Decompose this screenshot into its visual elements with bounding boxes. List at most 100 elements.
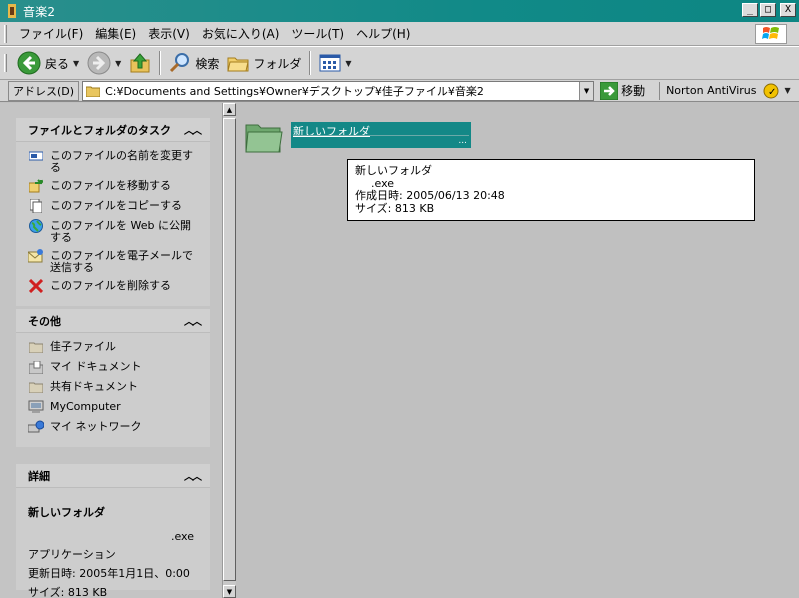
minimize-button[interactable]: _ <box>742 3 758 17</box>
search-label: 検索 <box>195 56 220 71</box>
svg-text:✓: ✓ <box>768 87 776 98</box>
views-dropdown-icon[interactable]: ▼ <box>345 59 351 68</box>
scroll-down-arrow-icon[interactable]: ▼ <box>223 585 236 598</box>
menu-view[interactable]: 表示(V) <box>142 23 196 44</box>
up-folder-button[interactable] <box>125 49 155 77</box>
menu-bar: ファイル(F) 編集(E) 表示(V) お気に入り(A) ツール(T) ヘルプ(… <box>0 22 799 46</box>
search-button[interactable]: 検索 <box>165 49 223 77</box>
details-file-ext: .exe <box>170 530 194 543</box>
views-button[interactable]: ▼ <box>315 49 355 77</box>
task-publish-web-label: このファイルを Web に公開する <box>50 219 191 244</box>
delete-x-icon <box>28 278 44 294</box>
back-arrow-icon <box>17 51 41 75</box>
task-copy[interactable]: このファイルをコピーする <box>28 198 200 214</box>
place-my-documents[interactable]: マイ ドキュメント <box>28 359 200 375</box>
go-label: 移動 <box>621 84 646 98</box>
item-tooltip: 新しいフォルダ .exe 作成日時: 2005/06/13 20:48 サイズ:… <box>347 159 755 221</box>
toolbar: 戻る ▼ ▼ 検索 フォルダ ▼ <box>0 46 799 80</box>
go-button[interactable]: 移動 <box>600 81 646 100</box>
details-header[interactable]: 詳細 ︿︿ <box>16 464 210 488</box>
go-arrow-icon <box>600 81 619 100</box>
task-pane: ファイルとフォルダのタスク ︿︿ このファイルの名前を変更する このファイルを移… <box>0 103 222 598</box>
move-icon <box>28 178 44 194</box>
tooltip-name: 新しいフォルダ <box>355 164 432 177</box>
menu-favorites[interactable]: お気に入り(A) <box>196 23 286 44</box>
menu-help[interactable]: ヘルプ(H) <box>350 23 416 44</box>
close-button[interactable]: X <box>780 3 796 17</box>
rename-icon <box>28 148 44 164</box>
file-folder-tasks-header[interactable]: ファイルとフォルダのタスク ︿︿ <box>16 118 210 142</box>
task-rename-label: このファイルの名前を変更する <box>50 149 193 174</box>
address-input[interactable]: C:¥Documents and Settings¥Owner¥デスクトップ¥佳… <box>82 80 595 101</box>
address-dropdown-icon[interactable]: ▼ <box>579 81 594 100</box>
back-label: 戻る <box>45 56 70 71</box>
collapse-icon[interactable]: ︿︿ <box>184 468 202 483</box>
place-shared-documents-label: 共有ドキュメント <box>50 380 138 393</box>
place-shared-documents[interactable]: 共有ドキュメント <box>28 379 200 395</box>
collapse-icon[interactable]: ︿︿ <box>184 313 202 328</box>
file-folder-tasks-body: このファイルの名前を変更する このファイルを移動する このファイルをコピーする … <box>16 142 210 306</box>
task-publish-web[interactable]: このファイルを Web に公開する <box>28 218 200 244</box>
other-places-panel: その他 ︿︿ 佳子ファイル マイ ドキュメント 共有ドキュメント MyCompu… <box>16 309 210 447</box>
task-delete-label: このファイルを削除する <box>50 279 171 292</box>
place-my-computer[interactable]: MyComputer <box>28 399 200 415</box>
task-rename[interactable]: このファイルの名前を変更する <box>28 148 200 174</box>
place-my-documents-label: マイ ドキュメント <box>50 360 142 373</box>
task-email-label: このファイルを電子メールで送信する <box>50 249 193 274</box>
my-documents-icon <box>28 359 44 375</box>
scroll-thumb[interactable] <box>223 118 236 581</box>
forward-button[interactable]: ▼ <box>83 49 125 77</box>
scroll-up-arrow-icon[interactable]: ▲ <box>223 103 236 116</box>
file-list-area[interactable]: 新しいフォルダ ... 新しいフォルダ .exe 作成日時: 2005/06/1… <box>237 103 799 598</box>
copy-icon <box>28 198 44 214</box>
menu-edit[interactable]: 編集(E) <box>89 23 142 44</box>
task-email[interactable]: このファイルを電子メールで送信する <box>28 248 200 274</box>
folder-icon <box>28 339 44 355</box>
collapse-icon[interactable]: ︿︿ <box>184 122 202 137</box>
forward-dropdown-icon[interactable]: ▼ <box>115 59 121 68</box>
folders-label: フォルダ <box>253 56 302 71</box>
vertical-scrollbar[interactable]: ▲ ▼ <box>222 103 236 598</box>
details-title: 詳細 <box>28 469 50 483</box>
email-icon <box>28 248 44 264</box>
window-controls: _ □ X <box>742 3 796 17</box>
maximize-button[interactable]: □ <box>760 3 776 17</box>
task-move[interactable]: このファイルを移動する <box>28 178 200 194</box>
place-yoshiko-files[interactable]: 佳子ファイル <box>28 339 200 355</box>
search-icon <box>170 53 190 73</box>
title-bar[interactable]: 音楽2 _ □ X <box>0 0 799 22</box>
file-folder-tasks-panel: ファイルとフォルダのタスク ︿︿ このファイルの名前を変更する このファイルを移… <box>16 118 210 306</box>
address-bar: アドレス(D) C:¥Documents and Settings¥Owner¥… <box>0 80 799 102</box>
details-body: 新しいフォルダ .exe アプリケーション 更新日時: 2005年1月1日、0:… <box>16 488 210 598</box>
window-title: 音楽2 <box>23 4 56 19</box>
folder-item[interactable]: 新しいフォルダ ... <box>244 119 474 155</box>
norton-antivirus-button[interactable]: Norton AntiVirus ✓ ▼ <box>659 81 791 100</box>
folders-button[interactable]: フォルダ <box>223 49 305 77</box>
menu-file[interactable]: ファイル(F) <box>13 23 89 44</box>
place-yoshiko-files-label: 佳子ファイル <box>50 340 116 353</box>
back-button[interactable]: 戻る ▼ <box>13 49 83 77</box>
norton-dropdown-icon[interactable]: ▼ <box>785 86 791 95</box>
menu-grip[interactable] <box>4 24 7 43</box>
menu-tools[interactable]: ツール(T) <box>285 23 350 44</box>
window-icon <box>5 4 19 18</box>
selected-item-label[interactable]: 新しいフォルダ ... <box>291 122 471 148</box>
folder-item-subtext: ... <box>293 135 469 147</box>
shared-folder-icon <box>28 379 44 395</box>
details-modified: 更新日時: 2005年1月1日、0:00 <box>28 567 190 580</box>
task-delete[interactable]: このファイルを削除する <box>28 278 200 294</box>
toolbar-separator <box>159 51 162 75</box>
place-my-network[interactable]: マイ ネットワーク <box>28 419 200 435</box>
up-folder-icon <box>130 53 150 73</box>
file-folder-tasks-title: ファイルとフォルダのタスク <box>28 123 171 137</box>
tooltip-size: サイズ: 813 KB <box>355 201 435 215</box>
other-places-body: 佳子ファイル マイ ドキュメント 共有ドキュメント MyComputer マイ … <box>16 333 210 447</box>
back-dropdown-icon[interactable]: ▼ <box>73 59 79 68</box>
forward-arrow-icon <box>87 51 111 75</box>
task-copy-label: このファイルをコピーする <box>50 199 182 212</box>
folder-icon <box>86 86 101 97</box>
tooltip-created: 作成日時: 2005/06/13 20:48 <box>355 189 505 202</box>
other-places-header[interactable]: その他 ︿︿ <box>16 309 210 333</box>
toolbar-grip[interactable] <box>4 54 7 72</box>
details-file-type: アプリケーション <box>28 548 116 561</box>
